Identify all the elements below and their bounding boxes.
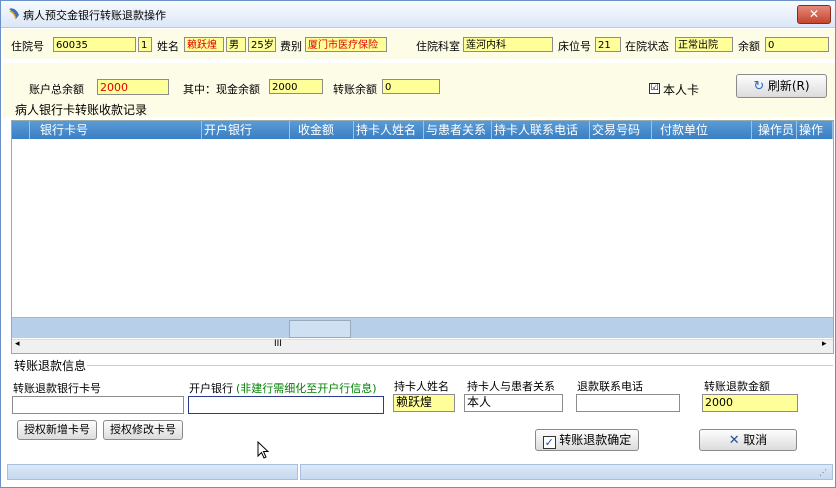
name-label: 姓名 (157, 40, 179, 53)
balance-label: 余额 (738, 40, 760, 53)
patient-name-field[interactable]: 赖跃煌 (184, 37, 224, 52)
summary-amount-cell (289, 320, 351, 338)
col-transaction-no[interactable]: 交易号码 (590, 121, 652, 139)
cancel-label: 取消 (743, 433, 768, 447)
records-table-header: 银行卡号 开户银行 收金额 持卡人姓名 与患者关系 持卡人联系电话 交易号码 付… (12, 121, 833, 139)
refund-card-no-input[interactable] (12, 396, 184, 414)
scroll-thumb-grip[interactable]: III (274, 339, 282, 349)
refresh-label: 刷新(R) (767, 79, 810, 93)
refund-phone-input[interactable] (576, 394, 680, 412)
refresh-button[interactable]: ↻ 刷新(R) (736, 74, 827, 98)
age-field[interactable]: 25岁 (248, 37, 276, 52)
refund-card-no-label: 转账退款银行卡号 (13, 382, 101, 395)
transfer-balance-label: 转账余额 (333, 83, 377, 96)
refund-section-divider (87, 365, 833, 366)
own-card-label: 本人卡 (663, 83, 700, 97)
holder-name-field[interactable]: 赖跃煌 (393, 394, 455, 412)
cancel-x-icon: ✕ (728, 433, 740, 448)
scroll-left-arrow-icon[interactable]: ◂ (15, 339, 20, 349)
confirm-checkbox-icon: ✓ (542, 436, 556, 449)
row-indicator-header (12, 121, 30, 139)
col-payer[interactable]: 付款单位 (652, 121, 752, 139)
confirm-refund-button[interactable]: ✓ 转账退款确定 (535, 429, 639, 451)
window-title: 病人预交金银行转账退款操作 (23, 9, 166, 22)
col-operation[interactable]: 操作 (797, 121, 833, 139)
col-bank[interactable]: 开户银行 (202, 121, 290, 139)
refund-amount-label: 转账退款金额 (704, 380, 770, 393)
inpatient-no-label: 住院号 (11, 40, 44, 53)
col-operator[interactable]: 操作员 (752, 121, 797, 139)
close-button[interactable]: ✕ (797, 5, 831, 24)
holder-name-label: 持卡人姓名 (394, 380, 449, 393)
holder-relation-input[interactable]: 本人 (464, 394, 563, 412)
cash-balance-label: 其中：现金余额 (183, 83, 260, 96)
refund-bank-hint: (非建行需细化至开户行信息) (236, 382, 377, 395)
inpatient-status-field[interactable]: 正常出院 (675, 37, 733, 52)
title-bar: 病人预交金银行转账退款操作 ✕ (1, 1, 835, 28)
mouse-cursor-icon (257, 441, 270, 459)
authorize-add-card-button[interactable]: 授权新增卡号 (17, 420, 97, 440)
inpatient-no-field[interactable]: 60035 (53, 37, 136, 52)
dept-label: 住院科室 (416, 40, 460, 53)
holder-relation-label: 持卡人与患者关系 (467, 380, 555, 393)
refresh-icon: ↻ (753, 79, 765, 94)
refund-bank-label: 开户银行 (189, 382, 233, 395)
account-summary-panel: 账户总余额 2000 其中：现金余额 2000 转账余额 0 ☑ 本人卡 ↻ 刷… (3, 63, 835, 117)
refund-window: 病人预交金银行转账退款操作 ✕ 住院号 60035 1 姓名 赖跃煌 男 25岁… (0, 0, 836, 488)
records-summary-row (12, 317, 833, 338)
cancel-button[interactable]: ✕ 取消 (699, 429, 797, 451)
col-relation[interactable]: 与患者关系 (424, 121, 492, 139)
refund-section-title: 转账退款信息 (14, 359, 87, 373)
confirm-refund-label: 转账退款确定 (559, 433, 632, 447)
col-holder-name[interactable]: 持卡人姓名 (354, 121, 424, 139)
status-bar-left (7, 464, 298, 480)
horizontal-scrollbar[interactable]: ◂ III ▸ (12, 339, 833, 353)
col-card-no[interactable]: 银行卡号 (30, 121, 202, 139)
status-bar-right (300, 464, 833, 480)
total-balance-field[interactable]: 2000 (97, 79, 169, 95)
fee-type-field[interactable]: 厦门市医疗保险 (305, 37, 387, 52)
status-label: 在院状态 (625, 40, 669, 53)
dept-field[interactable]: 莲河内科 (463, 37, 553, 52)
admission-times-field[interactable]: 1 (138, 37, 152, 52)
patient-info-panel: 住院号 60035 1 姓名 赖跃煌 男 25岁 费别 厦门市医疗保险 住院科室… (3, 29, 835, 59)
col-amount[interactable]: 收金额 (290, 121, 354, 139)
scroll-right-arrow-icon[interactable]: ▸ (822, 339, 827, 349)
transfer-balance-field[interactable]: 0 (382, 79, 440, 94)
records-table[interactable]: 银行卡号 开户银行 收金额 持卡人姓名 与患者关系 持卡人联系电话 交易号码 付… (11, 120, 834, 354)
balance-field[interactable]: 0 (765, 37, 829, 52)
bed-field[interactable]: 21 (595, 37, 621, 52)
fee-type-label: 费别 (280, 40, 302, 53)
app-icon (9, 8, 19, 20)
authorize-edit-card-button[interactable]: 授权修改卡号 (103, 420, 183, 440)
own-card-checkbox[interactable]: ☑ (649, 83, 660, 94)
bed-label: 床位号 (558, 40, 591, 53)
cash-balance-field[interactable]: 2000 (269, 79, 323, 94)
refund-phone-label: 退款联系电话 (577, 380, 643, 393)
resize-grip-icon[interactable]: ⋰ (819, 468, 827, 477)
col-holder-phone[interactable]: 持卡人联系电话 (492, 121, 590, 139)
sex-field[interactable]: 男 (226, 37, 246, 52)
refund-amount-field[interactable]: 2000 (702, 394, 798, 412)
total-balance-label: 账户总余额 (29, 83, 84, 96)
refund-bank-input[interactable] (188, 396, 384, 414)
records-section-title: 病人银行卡转账收款记录 (15, 103, 148, 117)
